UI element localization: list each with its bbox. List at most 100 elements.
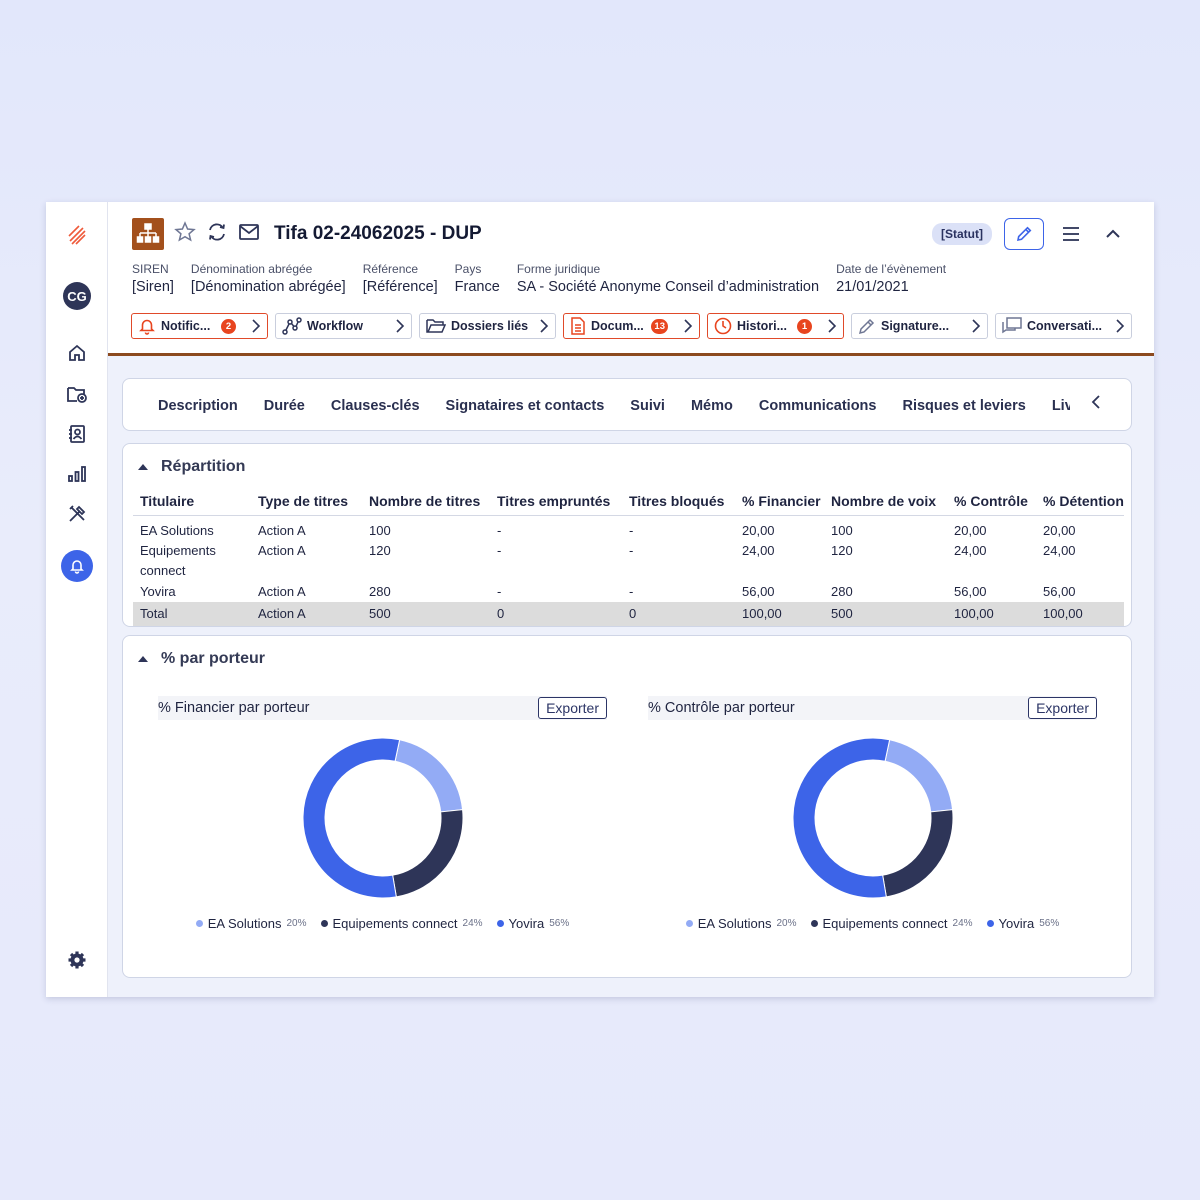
chip-documents[interactable]: Docum... 13 <box>563 313 700 339</box>
legend-swatch <box>496 920 504 927</box>
porteur-section-header[interactable]: % par porteur <box>137 650 265 668</box>
repartition-card: Répartition Titulaire Type de titres Nom… <box>122 443 1132 627</box>
donut-slice-yovira[interactable] <box>303 738 401 898</box>
col-type-titres[interactable]: Type de titres <box>251 487 362 516</box>
menu-button[interactable] <box>1056 219 1086 249</box>
sync-icon[interactable] <box>206 221 228 248</box>
legend-item[interactable]: EA Solutions 20% <box>685 916 797 931</box>
legend-item[interactable]: Equipements connect 24% <box>320 916 483 931</box>
collapse-header-button[interactable] <box>1098 219 1128 249</box>
favorite-star-icon[interactable] <box>174 220 196 248</box>
legend-item[interactable]: Equipements connect 24% <box>810 916 973 931</box>
tab-memo[interactable]: Mémo <box>691 398 733 414</box>
settings-gear-icon[interactable] <box>67 950 87 970</box>
tab-clauses-cles[interactable]: Clauses-clés <box>331 398 420 414</box>
legend-swatch <box>685 920 693 927</box>
legend-swatch <box>195 920 203 927</box>
pen-icon <box>858 318 875 335</box>
legend-item[interactable]: Yovira 56% <box>496 916 569 931</box>
title-bar: Tifa 02-24062025 - DUP <box>132 218 482 250</box>
collapse-caret-icon <box>138 464 148 470</box>
meta-pays: Pays France <box>454 262 500 295</box>
donut-slice-yovira[interactable] <box>793 738 891 898</box>
chip-signature[interactable]: Signature... <box>851 313 988 339</box>
tab-signataires[interactable]: Signataires et contacts <box>446 398 605 414</box>
table-row: EA Solutions Action A 100 - - 20,00 100 … <box>140 522 1076 538</box>
tabs-scroll-left-button[interactable] <box>1091 394 1101 415</box>
donut-slice-ea-solutions[interactable] <box>394 739 463 813</box>
table-header-row: Titulaire Type de titres Nombre de titre… <box>133 487 1124 516</box>
tab-livrables[interactable]: Livrables <box>1052 398 1070 414</box>
col-titres-bloques[interactable]: Titres bloqués <box>622 487 735 516</box>
col-detention[interactable]: % Détention <box>1036 487 1124 516</box>
page-title: Tifa 02-24062025 - DUP <box>274 223 482 244</box>
meta-siren: SIREN [Siren] <box>132 262 174 295</box>
record-metadata: SIREN [Siren] Dénomination abrégée [Dénomi… <box>132 262 963 295</box>
user-avatar[interactable]: CG <box>63 282 91 310</box>
chart-title: % Contrôle par porteur <box>648 700 795 716</box>
export-button[interactable]: Exporter <box>538 697 607 719</box>
repartition-section-header[interactable]: Répartition <box>137 458 245 476</box>
avatar-initials: CG <box>63 282 91 310</box>
tab-risques-leviers[interactable]: Risques et leviers <box>902 398 1025 414</box>
workflow-icon <box>282 317 302 335</box>
chip-dossiers-lies[interactable]: Dossiers liés <box>419 313 556 339</box>
chip-conversation[interactable]: Conversati... <box>995 313 1132 339</box>
chevron-right-icon <box>684 319 693 333</box>
chip-workflow[interactable]: Workflow <box>275 313 412 339</box>
chart-title: % Financier par porteur <box>158 700 310 716</box>
col-financier[interactable]: % Financier <box>735 487 824 516</box>
notifications-button[interactable] <box>61 550 93 582</box>
col-nombre-titres[interactable]: Nombre de titres <box>362 487 490 516</box>
legend-item[interactable]: Yovira 56% <box>986 916 1059 931</box>
section-tabs: Description Durée Clauses-clés Signatair… <box>122 378 1132 431</box>
document-icon <box>571 317 585 335</box>
folder-add-icon[interactable] <box>66 384 88 404</box>
bell-icon <box>61 550 93 582</box>
donut-chart-controle <box>793 738 953 898</box>
bell-icon <box>139 319 155 335</box>
contacts-icon[interactable] <box>67 424 87 444</box>
org-chart-icon <box>132 218 164 250</box>
chip-notifications[interactable]: Notific... 2 <box>131 313 268 339</box>
col-titres-empruntes[interactable]: Titres empruntés <box>490 487 622 516</box>
col-nombre-voix[interactable]: Nombre de voix <box>824 487 947 516</box>
chart-panel-financier: % Financier par porteur Exporter EA Solu… <box>158 696 607 931</box>
chip-historique[interactable]: Histori... 1 <box>707 313 844 339</box>
chevron-right-icon <box>540 319 549 333</box>
tab-suivi[interactable]: Suivi <box>630 398 665 414</box>
chart-header: % Contrôle par porteur Exporter <box>648 696 1097 720</box>
mail-icon[interactable] <box>238 222 260 247</box>
legend-item[interactable]: EA Solutions 20% <box>195 916 307 931</box>
folder-icon <box>426 319 446 333</box>
donut-slice-equipements-connect[interactable] <box>882 809 953 898</box>
meta-date-evenement: Date de l’évènement 21/01/2021 <box>836 262 947 295</box>
chart-panel-controle: % Contrôle par porteur Exporter EA Solut… <box>648 696 1097 931</box>
tools-icon[interactable] <box>67 504 87 524</box>
chevron-right-icon <box>396 319 405 333</box>
stats-icon[interactable] <box>67 465 87 483</box>
quick-links: Notific... 2 Workflow Dossiers liés Docu… <box>131 313 1132 339</box>
col-controle[interactable]: % Contrôle <box>947 487 1036 516</box>
donut-slice-equipements-connect[interactable] <box>392 809 463 898</box>
chart-legend: EA Solutions 20% Equipements connect 24% Y… <box>158 916 607 931</box>
home-icon[interactable] <box>67 343 87 363</box>
status-badge: [Statut] <box>932 223 992 245</box>
edit-button[interactable] <box>1004 218 1044 250</box>
pencil-icon <box>1016 226 1032 242</box>
app-logo-icon[interactable] <box>67 224 87 246</box>
donut-slice-ea-solutions[interactable] <box>884 739 953 813</box>
collapse-caret-icon <box>138 656 148 662</box>
chart-legend: EA Solutions 20% Equipements connect 24% Y… <box>648 916 1097 931</box>
donut-chart-financier <box>303 738 463 898</box>
app-window: CG Tifa 02-24062025 - DUP [Statut] SIREN… <box>46 202 1154 997</box>
tab-communications[interactable]: Communications <box>759 398 877 414</box>
export-button[interactable]: Exporter <box>1028 697 1097 719</box>
chevron-right-icon <box>972 319 981 333</box>
tab-duree[interactable]: Durée <box>264 398 305 414</box>
porteur-card: % par porteur % Financier par porteur Ex… <box>122 635 1132 978</box>
chevron-right-icon <box>1116 319 1125 333</box>
chevron-left-icon <box>1091 395 1100 409</box>
tab-description[interactable]: Description <box>158 398 238 414</box>
col-titulaire[interactable]: Titulaire <box>133 487 251 516</box>
